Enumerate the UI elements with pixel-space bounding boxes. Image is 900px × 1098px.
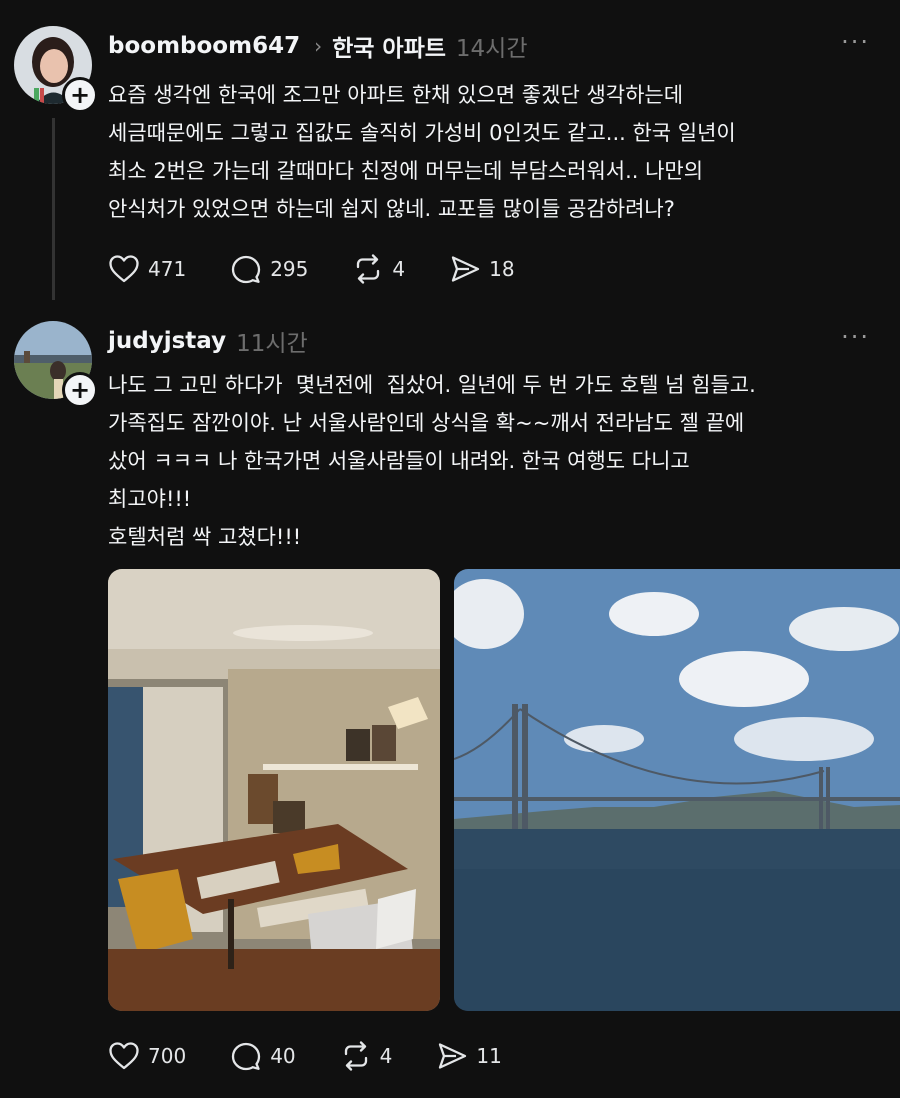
follow-plus-icon[interactable]: + <box>62 372 98 408</box>
post-header: judyjstay 11시간 <box>108 325 308 357</box>
post-1: + boomboom647 › 한국 아파트 14시간 ··· 요즘 생각엔 한… <box>0 0 900 305</box>
heart-icon <box>109 255 139 283</box>
post-text: 요즘 생각엔 한국에 조그만 아파트 한채 있으면 좋겠단 생각하는데 세금때문… <box>108 83 736 221</box>
post-header: boomboom647 › 한국 아파트 14시간 <box>108 30 527 62</box>
repost-icon <box>344 1041 367 1071</box>
post-2: + judyjstay 11시간 ··· 나도 그 고민 하다가 몇년전에 집샀… <box>0 305 900 1098</box>
comment-count: 295 <box>270 257 309 281</box>
like-button[interactable]: 471 <box>108 254 186 284</box>
username[interactable]: boomboom647 <box>108 33 300 59</box>
action-bar: 700 40 4 11 <box>108 1041 546 1071</box>
repost-button[interactable]: 4 <box>352 254 405 284</box>
share-count: 11 <box>476 1044 502 1068</box>
heart-icon <box>109 1042 139 1070</box>
like-count: 700 <box>148 1044 187 1068</box>
chevron-right-icon: › <box>314 34 323 58</box>
share-count: 18 <box>489 257 515 281</box>
comment-icon <box>232 1042 261 1071</box>
comment-count: 40 <box>270 1044 296 1068</box>
timestamp: 11시간 <box>236 331 308 357</box>
follow-plus-icon[interactable]: + <box>62 77 98 113</box>
timestamp: 14시간 <box>455 36 528 62</box>
like-button[interactable]: 700 <box>108 1041 186 1071</box>
dining-room-image <box>108 569 440 1011</box>
share-button[interactable]: 18 <box>449 254 515 284</box>
bridge-sea-image <box>454 569 900 1011</box>
send-icon <box>439 1043 467 1069</box>
username[interactable]: judyjstay <box>108 328 226 354</box>
photo-bridge-sea[interactable] <box>454 569 900 1011</box>
send-icon <box>451 256 480 282</box>
repost-count: 4 <box>392 257 406 281</box>
more-options-icon[interactable]: ··· <box>841 28 870 56</box>
repost-count: 4 <box>379 1044 393 1068</box>
more-options-icon[interactable]: ··· <box>841 323 870 351</box>
repost-icon <box>357 254 380 284</box>
comment-button[interactable]: 40 <box>230 1041 296 1071</box>
thread-line <box>52 118 55 300</box>
share-button[interactable]: 11 <box>436 1041 502 1071</box>
topic-tag[interactable]: 한국 아파트 <box>332 29 446 63</box>
photo-dining-room[interactable] <box>108 569 440 1011</box>
post-text: 나도 그 고민 하다가 몇년전에 집샀어. 일년에 두 번 가도 호텔 넘 힘들… <box>108 373 756 549</box>
action-bar: 471 295 4 18 <box>108 254 559 284</box>
repost-button[interactable]: 4 <box>340 1041 393 1071</box>
like-count: 471 <box>148 257 187 281</box>
comment-icon <box>232 255 261 284</box>
comment-button[interactable]: 295 <box>230 254 308 284</box>
